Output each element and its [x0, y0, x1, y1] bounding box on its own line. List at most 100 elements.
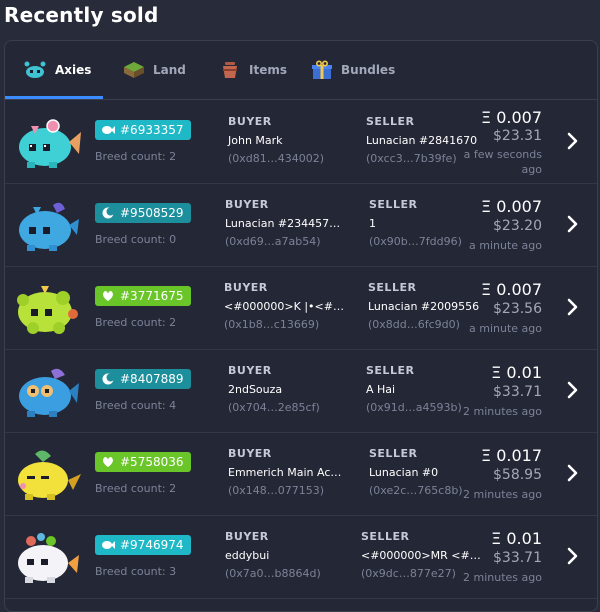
axie-id-badge[interactable]: #6933357	[95, 120, 191, 140]
price-eth: Ξ 0.017	[481, 446, 542, 465]
sale-row[interactable]: #9508529 Breed count: 0 BUYER Lunacian #…	[5, 183, 597, 267]
seller-name[interactable]: Lunacian #2841670	[366, 134, 477, 147]
price-usd: $23.56	[493, 301, 542, 317]
buyer-address[interactable]: (0x1b8…c13669)	[224, 318, 319, 331]
axie-id: #5758036	[120, 455, 184, 469]
axie-id-badge[interactable]: #5758036	[95, 452, 191, 472]
seller-name[interactable]: Lunacian #2009556	[368, 300, 479, 313]
axie-image	[18, 450, 81, 500]
seller-name[interactable]: 1	[369, 217, 376, 230]
price-eth: Ξ 0.01	[491, 363, 542, 382]
buyer-name[interactable]: Lunacian #234457…	[225, 217, 340, 230]
axie-icon	[24, 61, 46, 78]
buyer-address[interactable]: (0x148…077153)	[228, 484, 324, 497]
axie-id-badge[interactable]: #9746974	[95, 535, 191, 555]
seller-name[interactable]: Lunacian #0	[369, 466, 438, 479]
axie-id: #9508529	[120, 206, 184, 220]
breed-count: Breed count: 4	[95, 399, 177, 412]
active-tab-indicator	[5, 96, 103, 99]
buyer-name[interactable]: Emmerich Main Ac…	[228, 466, 341, 479]
time-ago: a few seconds ago	[463, 148, 542, 176]
seller-heading: SELLER	[368, 281, 417, 294]
time-ago: 2 minutes ago	[463, 488, 542, 501]
plant-leaf-icon	[103, 457, 113, 467]
buyer-address[interactable]: (0xd69…a7ab54)	[225, 235, 321, 248]
items-pot-icon	[223, 62, 237, 78]
price-eth: Ξ 0.007	[481, 197, 542, 216]
tab-items[interactable]: Items	[219, 41, 287, 99]
time-ago: a minute ago	[469, 322, 542, 335]
seller-name[interactable]: A Hai	[366, 383, 395, 396]
axie-image	[17, 286, 78, 334]
moon-icon	[102, 207, 115, 219]
chevron-right-icon[interactable]	[565, 463, 579, 483]
buyer-name[interactable]: 2ndSouza	[228, 383, 282, 396]
axie-image	[18, 533, 79, 583]
price-usd: $33.71	[493, 384, 542, 400]
price-eth: Ξ 0.007	[481, 280, 542, 299]
bundle-gift-icon	[312, 60, 332, 79]
aquatic-fish-icon	[102, 126, 115, 134]
axie-image	[19, 368, 79, 417]
seller-name[interactable]: <#000000>MR <#…	[361, 549, 481, 562]
aquatic-fish-icon	[102, 541, 115, 549]
buyer-name[interactable]: <#000000>K |•<#…	[224, 300, 344, 313]
price-usd: $33.71	[493, 550, 542, 566]
chevron-right-icon[interactable]	[565, 380, 579, 400]
time-ago: 2 minutes ago	[463, 571, 542, 584]
buyer-address[interactable]: (0x7a0…b8864d)	[225, 567, 321, 580]
breed-count: Breed count: 0	[95, 233, 177, 246]
price-usd: $23.20	[493, 218, 542, 234]
price-usd: $23.31	[493, 128, 542, 144]
axie-id-badge[interactable]: #8407889	[95, 369, 191, 389]
time-ago: 2 minutes ago	[463, 405, 542, 418]
axie-id-badge[interactable]: #3771675	[95, 286, 191, 306]
buyer-name[interactable]: eddybui	[225, 549, 269, 562]
buyer-heading: BUYER	[228, 447, 272, 460]
buyer-name[interactable]: John Mark	[228, 134, 283, 147]
moon-icon	[102, 373, 115, 385]
breed-count: Breed count: 2	[95, 482, 177, 495]
tab-items-label: Items	[249, 63, 287, 77]
seller-heading: SELLER	[366, 115, 415, 128]
price-eth: Ξ 0.01	[491, 529, 542, 548]
buyer-heading: BUYER	[228, 364, 272, 377]
buyer-address[interactable]: (0xd81…434002)	[228, 152, 324, 165]
seller-heading: SELLER	[369, 198, 418, 211]
seller-heading: SELLER	[366, 364, 415, 377]
axie-id: #8407889	[120, 372, 184, 386]
axie-image	[19, 119, 81, 168]
axie-id-badge[interactable]: #9508529	[95, 203, 191, 223]
sale-row[interactable]: #8407889 Breed count: 4 BUYER 2ndSouza (…	[5, 349, 597, 433]
tab-axies[interactable]: Axies	[23, 41, 91, 99]
tab-land[interactable]: Land	[123, 41, 186, 99]
plant-leaf-icon	[103, 291, 113, 301]
seller-address[interactable]: (0xcc3…7b39fe)	[366, 152, 457, 165]
seller-address[interactable]: (0x8dd…6fc9d0)	[368, 318, 460, 331]
seller-address[interactable]: (0x90b…7fdd96)	[369, 235, 462, 248]
chevron-right-icon[interactable]	[565, 546, 579, 566]
price-eth: Ξ 0.007	[481, 108, 542, 127]
axie-id: #6933357	[120, 123, 184, 137]
chevron-right-icon[interactable]	[565, 214, 579, 234]
sale-row[interactable]: #5758036 Breed count: 2 BUYER Emmerich M…	[5, 432, 597, 516]
axie-id: #9746974	[120, 538, 184, 552]
tab-land-label: Land	[153, 63, 186, 77]
seller-address[interactable]: (0x9dc…877e27)	[361, 567, 456, 580]
axie-image	[19, 202, 79, 251]
chevron-right-icon[interactable]	[565, 131, 579, 151]
tab-bar: Axies Land Items Bundles	[5, 41, 597, 100]
sale-row[interactable]: #6933357 Breed count: 2 BUYER John Mark …	[5, 100, 597, 184]
tab-bundles-label: Bundles	[341, 63, 396, 77]
seller-address[interactable]: (0xe2c…765c8b)	[369, 484, 463, 497]
sale-row[interactable]: #9746974 Breed count: 3 BUYER eddybui (0…	[5, 515, 597, 599]
sale-row[interactable]: #3771675 Breed count: 2 BUYER <#000000>K…	[5, 266, 597, 350]
chevron-right-icon[interactable]	[565, 297, 579, 317]
buyer-heading: BUYER	[225, 198, 269, 211]
tab-bundles[interactable]: Bundles	[311, 41, 395, 99]
breed-count: Breed count: 2	[95, 150, 177, 163]
seller-heading: SELLER	[361, 530, 410, 543]
buyer-address[interactable]: (0x704…2e85cf)	[228, 401, 320, 414]
seller-address[interactable]: (0x91d…a4593b)	[366, 401, 462, 414]
page-title: Recently sold	[4, 3, 159, 27]
